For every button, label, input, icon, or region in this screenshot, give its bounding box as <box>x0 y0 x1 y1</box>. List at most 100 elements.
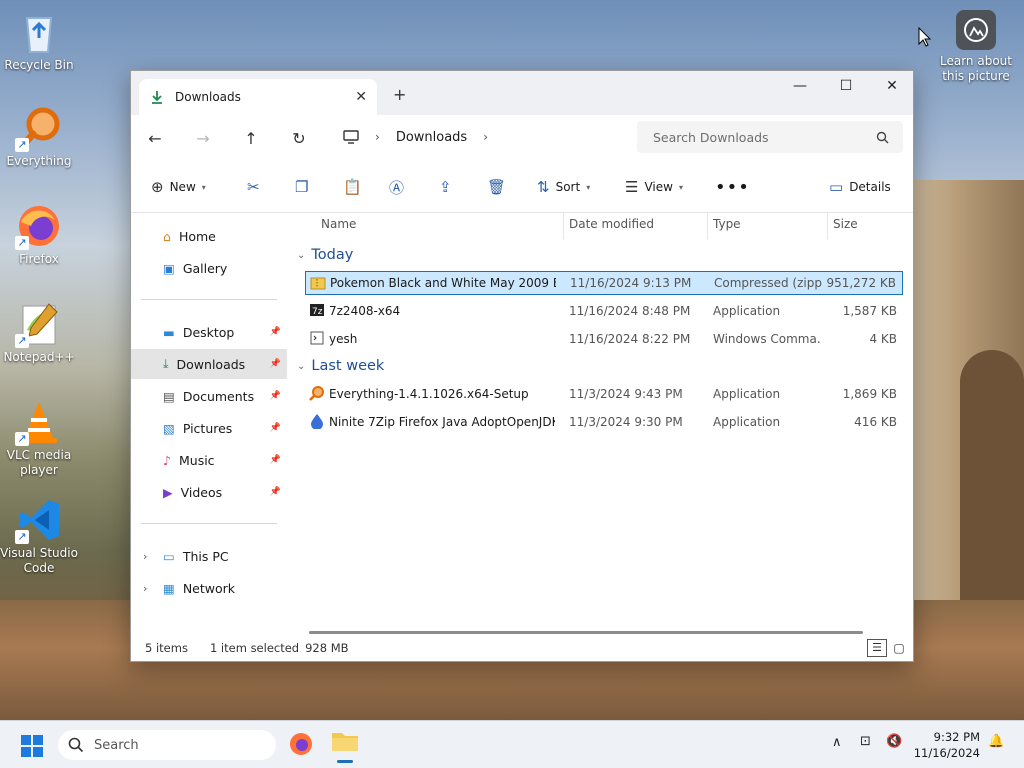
file-name: Ninite 7Zip Firefox Java AdoptOpenJDK x.… <box>329 415 555 429</box>
pin-icon[interactable]: 📌 <box>270 487 281 497</box>
sidebar-item-network[interactable]: › ▦ Network <box>131 573 287 603</box>
sidebar-item-label: Desktop <box>182 324 235 340</box>
copy-button[interactable]: ❐ <box>295 175 308 199</box>
pin-icon[interactable]: 📌 <box>270 391 281 401</box>
video-icon: ▶ <box>163 484 173 500</box>
file-row[interactable]: Ninite 7Zip Firefox Java AdoptOpenJDK x.… <box>305 410 903 434</box>
taskbar-clock[interactable]: 9:32 PM 11/16/2024 <box>914 729 980 761</box>
refresh-icon[interactable]: ↻ <box>275 129 323 148</box>
column-header-name[interactable]: Name <box>321 217 356 231</box>
forward-icon[interactable]: → <box>179 129 227 148</box>
column-header-date[interactable]: Date modified <box>569 217 654 231</box>
chevron-right-icon[interactable]: › <box>143 582 147 595</box>
desktop-icon-vscode[interactable]: ↗ Visual Studio Code <box>0 496 78 576</box>
new-tab-icon[interactable]: + <box>393 85 406 104</box>
file-date: 11/16/2024 9:13 PM <box>570 276 692 290</box>
desktop-icon-vlc[interactable]: ↗ VLC media player <box>0 398 78 478</box>
sidebar-item-downloads[interactable]: ⤓ Downloads 📌 <box>131 349 287 379</box>
sidebar-item-music[interactable]: ♪ Music 📌 <box>131 445 287 475</box>
chevron-right-icon[interactable]: › <box>143 550 147 563</box>
search-box[interactable] <box>637 121 903 153</box>
sidebar-item-label: Home <box>178 228 216 244</box>
back-icon[interactable]: ← <box>131 129 179 148</box>
network-status-icon[interactable]: ⊡ <box>860 734 871 749</box>
group-header-last-week[interactable]: ⌄ Last week <box>297 358 384 374</box>
file-row[interactable]: Everything-1.4.1.1026.x64-Setup 11/3/202… <box>305 382 903 406</box>
volume-muted-icon[interactable]: 🔇 <box>886 734 902 749</box>
chevron-down-icon: ⌄ <box>297 360 306 372</box>
clock-date: 11/16/2024 <box>913 746 980 760</box>
file-row[interactable]: 7z 7z2408-x64 11/16/2024 8:48 PM Applica… <box>305 299 903 323</box>
address-bar[interactable]: › Downloads › <box>337 121 627 153</box>
minimize-icon[interactable]: — <box>777 71 823 101</box>
pin-icon[interactable]: 📌 <box>270 359 281 369</box>
sidebar-item-this-pc[interactable]: › ▭ This PC <box>131 541 287 571</box>
breadcrumb-downloads[interactable]: Downloads <box>396 130 467 145</box>
share-button[interactable]: ⇪ <box>439 175 452 199</box>
rename-button[interactable]: Ⓐ <box>389 175 404 199</box>
zip-folder-icon <box>310 277 326 290</box>
desktop-icon-label: Firefox <box>19 252 59 266</box>
maximize-icon[interactable]: ☐ <box>823 71 869 101</box>
file-list: Name Date modified Type Size ⌄ Today Pok… <box>291 213 913 633</box>
active-indicator <box>337 760 353 763</box>
notification-bell-icon[interactable]: 🔔 <box>988 734 1004 749</box>
details-view-icon[interactable]: ☰ <box>867 639 887 657</box>
sort-button[interactable]: ⇅ Sort ▾ <box>537 175 590 199</box>
column-header-size[interactable]: Size <box>833 217 858 231</box>
desktop-icon-recycle-bin[interactable]: Recycle Bin <box>0 8 78 73</box>
close-tab-icon[interactable]: ✕ <box>355 89 367 105</box>
tab-label: Downloads <box>175 90 241 104</box>
column-header-type[interactable]: Type <box>713 217 741 231</box>
file-date: 11/3/2024 9:30 PM <box>569 415 683 429</box>
close-window-icon[interactable]: ✕ <box>869 71 915 101</box>
details-button[interactable]: ▭ Details <box>829 175 891 199</box>
view-button[interactable]: ☰ View ▾ <box>625 175 683 199</box>
chevron-down-icon: ⌄ <box>297 249 306 261</box>
group-label: Today <box>311 247 354 263</box>
status-selected-size: 928 MB <box>305 641 349 655</box>
computer-icon: ▭ <box>163 548 175 564</box>
sidebar-item-videos[interactable]: ▶ Videos 📌 <box>131 477 287 507</box>
horizontal-scrollbar[interactable] <box>309 631 863 634</box>
firefox-icon[interactable] <box>288 731 314 757</box>
shortcut-arrow-icon: ↗ <box>15 432 29 446</box>
chevron-right-icon: › <box>483 130 489 144</box>
sidebar-item-home[interactable]: ⌂ Home <box>131 221 287 251</box>
taskbar-search[interactable]: Search <box>58 730 276 760</box>
shortcut-arrow-icon: ↗ <box>15 138 29 152</box>
sidebar-item-documents[interactable]: ▤ Documents 📌 <box>131 381 287 411</box>
search-input[interactable] <box>653 129 853 145</box>
search-icon <box>876 131 889 143</box>
pin-icon[interactable]: 📌 <box>270 455 281 465</box>
sidebar-item-label: Downloads <box>176 356 246 372</box>
desktop-icon-everything[interactable]: ↗ Everything <box>0 104 78 169</box>
paste-button[interactable]: 📋 <box>343 175 362 199</box>
chevron-up-icon[interactable]: ∧ <box>832 735 842 750</box>
file-row[interactable]: Pokemon Black and White May 2009 Bet... … <box>305 271 903 295</box>
sidebar-item-gallery[interactable]: ▣ Gallery <box>131 253 287 283</box>
more-options-button[interactable]: ••• <box>715 175 750 199</box>
view-list-icon: ☰ <box>625 178 639 196</box>
desktop-icon-notepad-plus-plus[interactable]: ↗ Notepad++ <box>0 300 78 365</box>
group-header-today[interactable]: ⌄ Today <box>297 247 353 263</box>
file-size: 1,869 KB <box>842 387 897 401</box>
cut-button[interactable]: ✂ <box>247 175 260 199</box>
desktop-icon-firefox[interactable]: ↗ Firefox <box>0 202 78 267</box>
pin-icon[interactable]: 📌 <box>270 423 281 433</box>
tab-downloads[interactable]: Downloads ✕ <box>139 79 377 115</box>
new-button[interactable]: ⊕ New ▾ <box>151 175 206 199</box>
learn-about-picture[interactable]: Learn about this picture <box>940 10 1012 84</box>
delete-button[interactable]: 🗑 <box>487 175 506 199</box>
windows-start-icon[interactable] <box>20 734 44 758</box>
sidebar-item-desktop[interactable]: ▬ Desktop 📌 <box>131 317 287 347</box>
sidebar-item-pictures[interactable]: ▧ Pictures 📌 <box>131 413 287 443</box>
file-row[interactable]: yesh 11/16/2024 8:22 PM Windows Comma...… <box>305 327 903 351</box>
up-icon[interactable]: ↑ <box>227 129 275 148</box>
document-icon: ▤ <box>163 388 175 404</box>
pin-icon[interactable]: 📌 <box>270 327 281 337</box>
status-item-count: 5 items <box>145 641 188 655</box>
recycle-bin-icon <box>15 8 63 56</box>
file-explorer-taskbar-button[interactable] <box>330 727 360 763</box>
large-icons-view-icon[interactable]: ▢ <box>891 639 907 657</box>
